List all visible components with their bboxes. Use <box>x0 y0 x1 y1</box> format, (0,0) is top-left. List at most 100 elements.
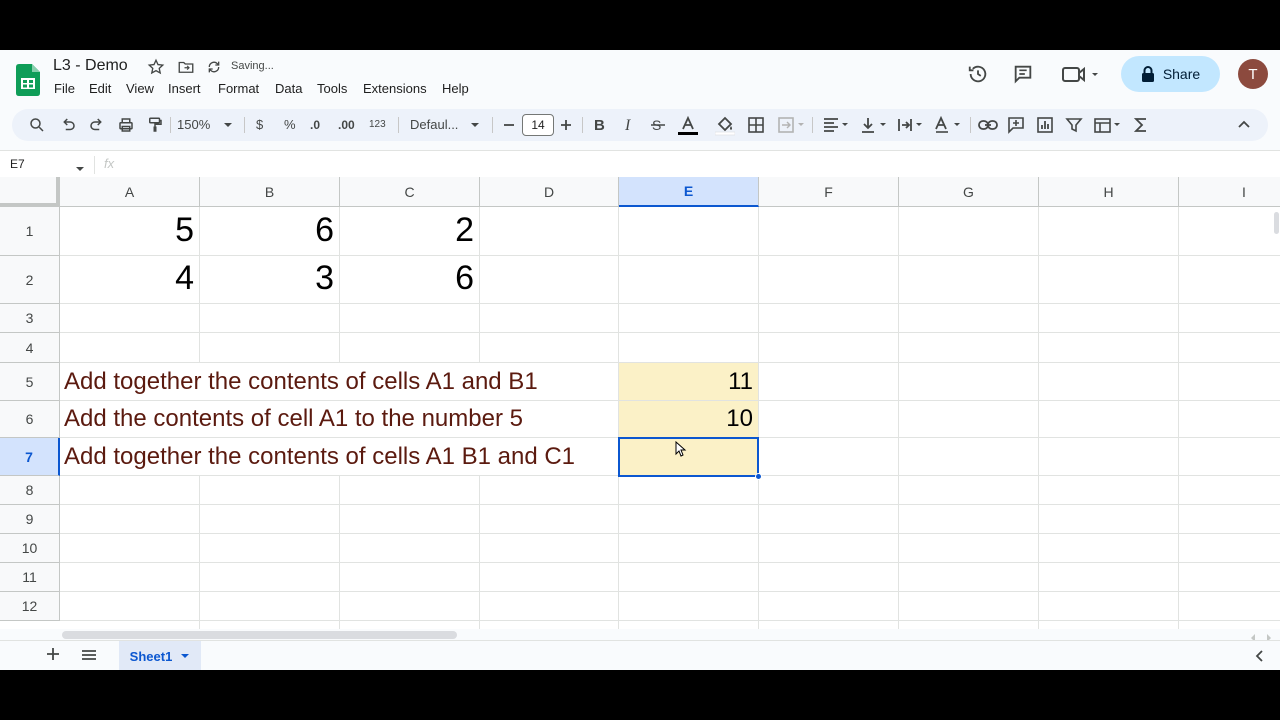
share-button[interactable]: Share <box>1121 56 1220 92</box>
cell-c1[interactable]: 2 <box>340 211 480 255</box>
row-header-7[interactable]: 7 <box>0 438 60 476</box>
chevron-down-icon[interactable] <box>469 116 481 134</box>
paint-format-icon[interactable] <box>146 116 164 134</box>
cell-b1[interactable]: 6 <box>200 211 340 255</box>
search-menus-icon[interactable] <box>28 116 46 134</box>
increase-font-size-icon[interactable] <box>559 116 573 134</box>
move-folder-icon[interactable] <box>177 58 195 76</box>
decrease-font-size-icon[interactable] <box>502 116 516 134</box>
all-sheets-menu-icon[interactable] <box>81 648 97 667</box>
bold-icon[interactable]: B <box>593 116 607 134</box>
functions-icon[interactable] <box>1134 116 1148 134</box>
text-rotation-icon[interactable] <box>934 116 964 134</box>
menu-file[interactable]: File <box>54 81 75 96</box>
chevron-down-icon[interactable] <box>180 652 190 660</box>
row-header-11[interactable]: 11 <box>0 563 60 592</box>
horizontal-align-icon[interactable] <box>822 116 850 134</box>
collapse-menus-icon[interactable] <box>1237 116 1251 134</box>
print-icon[interactable] <box>117 116 135 134</box>
account-avatar[interactable]: T <box>1238 59 1268 89</box>
column-header-h[interactable]: H <box>1039 177 1179 207</box>
menu-tools[interactable]: Tools <box>317 81 347 96</box>
spreadsheet-grid[interactable]: A B C D E F G H I 1 2 3 4 5 6 7 8 9 10 1… <box>0 177 1280 629</box>
redo-icon[interactable] <box>88 116 106 134</box>
menu-view[interactable]: View <box>126 81 154 96</box>
insert-chart-icon[interactable] <box>1036 116 1054 134</box>
row-header-6[interactable]: 6 <box>0 401 60 438</box>
row-header-12[interactable]: 12 <box>0 592 60 621</box>
cell-a5[interactable]: Add together the contents of cells A1 an… <box>60 368 618 398</box>
column-header-a[interactable]: A <box>60 177 200 207</box>
sheets-logo-icon[interactable] <box>16 64 40 96</box>
header: L3 - Demo Saving... File Edit View Inser… <box>0 50 1280 104</box>
text-wrapping-icon[interactable] <box>897 116 925 134</box>
vertical-scrollbar[interactable] <box>1274 212 1279 234</box>
row-header-2[interactable]: 2 <box>0 256 60 304</box>
meet-video-icon[interactable] <box>1061 63 1101 90</box>
text-color-icon[interactable] <box>678 116 698 135</box>
chevron-down-icon[interactable] <box>222 116 234 134</box>
cell-a1[interactable]: 5 <box>60 211 200 255</box>
row-header-8[interactable]: 8 <box>0 476 60 505</box>
cell-a6[interactable]: Add the contents of cell A1 to the numbe… <box>60 405 618 435</box>
sheet-tab-sheet1[interactable]: Sheet1 <box>119 641 201 670</box>
menu-extensions[interactable]: Extensions <box>363 81 427 96</box>
row-header-1[interactable]: 1 <box>0 207 60 256</box>
menu-edit[interactable]: Edit <box>89 81 111 96</box>
filter-icon[interactable] <box>1065 116 1083 134</box>
star-icon[interactable] <box>147 58 165 76</box>
font-size-input[interactable]: 14 <box>522 114 554 136</box>
cell-a2[interactable]: 4 <box>60 259 200 303</box>
column-header-f[interactable]: F <box>759 177 899 207</box>
horizontal-scrollbar[interactable] <box>62 631 457 639</box>
cell-a7[interactable]: Add together the contents of cells A1 B1… <box>60 443 618 473</box>
menu-insert[interactable]: Insert <box>168 81 201 96</box>
cell-e6[interactable]: 10 <box>619 405 759 435</box>
cell-b2[interactable]: 3 <box>200 259 340 303</box>
cell-c2[interactable]: 6 <box>340 259 480 303</box>
zoom-select[interactable]: 150% <box>177 116 210 134</box>
row-header-10[interactable]: 10 <box>0 534 60 563</box>
filter-views-icon[interactable] <box>1093 116 1123 134</box>
menu-help[interactable]: Help <box>442 81 469 96</box>
add-sheet-icon[interactable] <box>46 647 60 666</box>
comments-icon[interactable] <box>1012 63 1034 90</box>
fill-color-icon[interactable] <box>715 116 735 136</box>
name-box[interactable]: E7 <box>10 157 25 171</box>
row-header-3[interactable]: 3 <box>0 304 60 333</box>
column-header-d[interactable]: D <box>480 177 619 207</box>
document-title[interactable]: L3 - Demo <box>53 57 128 75</box>
italic-icon[interactable]: I <box>623 116 637 134</box>
decrease-decimal-button[interactable]: .0 <box>310 116 320 134</box>
undo-icon[interactable] <box>59 116 77 134</box>
borders-icon[interactable] <box>747 116 765 134</box>
version-history-icon[interactable] <box>967 63 989 90</box>
percent-format-button[interactable]: % <box>284 116 296 134</box>
column-header-c[interactable]: C <box>340 177 480 207</box>
column-header-g[interactable]: G <box>899 177 1039 207</box>
menu-format[interactable]: Format <box>218 81 259 96</box>
svg-text:B: B <box>594 117 605 134</box>
select-all-corner[interactable] <box>0 177 60 207</box>
insert-link-icon[interactable] <box>978 116 998 134</box>
side-panel-toggle-icon[interactable] <box>1254 649 1264 668</box>
merge-cells-icon[interactable] <box>777 116 807 134</box>
strikethrough-icon[interactable]: S <box>650 116 666 134</box>
increase-decimal-button[interactable]: .00 <box>338 116 355 134</box>
chevron-down-icon[interactable] <box>75 160 85 178</box>
cell-e5[interactable]: 11 <box>619 368 759 398</box>
column-header-e[interactable]: E <box>619 177 759 207</box>
font-select[interactable]: Defaul... <box>410 116 458 134</box>
insert-comment-icon[interactable] <box>1007 116 1025 134</box>
vertical-align-icon[interactable] <box>860 116 888 134</box>
currency-format-button[interactable]: $ <box>256 116 263 134</box>
column-header-b[interactable]: B <box>200 177 340 207</box>
row-header-9[interactable]: 9 <box>0 505 60 534</box>
fill-handle[interactable] <box>755 473 762 480</box>
number-format-button[interactable]: 123 <box>369 116 386 134</box>
column-header-i[interactable]: I <box>1179 177 1280 207</box>
menu-data[interactable]: Data <box>275 81 302 96</box>
row-header-4[interactable]: 4 <box>0 333 60 363</box>
saving-status: Saving... <box>231 60 274 72</box>
row-header-5[interactable]: 5 <box>0 363 60 401</box>
